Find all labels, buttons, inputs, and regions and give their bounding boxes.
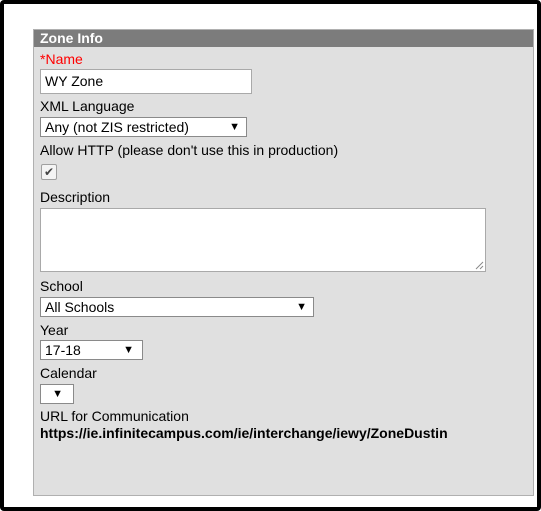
chevron-down-icon: ▼ <box>123 344 134 356</box>
year-selected: 17-18 <box>45 342 81 358</box>
check-icon: ✔ <box>43 165 55 179</box>
school-select[interactable]: All Schools ▼ <box>40 297 314 317</box>
resize-grip-icon[interactable] <box>475 261 484 270</box>
calendar-select[interactable]: ▼ <box>40 384 74 404</box>
year-select[interactable]: 17-18 ▼ <box>40 340 143 360</box>
allow-http-label: Allow HTTP (please don't use this in pro… <box>40 142 339 158</box>
url-label: URL for Communication <box>40 408 189 424</box>
panel-title: Zone Info <box>34 30 533 47</box>
school-selected: All Schools <box>45 299 115 315</box>
calendar-label: Calendar <box>40 365 97 381</box>
description-label: Description <box>40 189 111 205</box>
allow-http-checkbox[interactable]: ✔ <box>41 164 57 180</box>
description-textarea[interactable] <box>40 208 486 272</box>
name-input[interactable]: WY Zone <box>40 69 252 94</box>
url-value: https://ie.infinitecampus.com/ie/interch… <box>40 425 448 441</box>
chevron-down-icon: ▼ <box>296 301 307 313</box>
chevron-down-icon: ▼ <box>229 121 240 133</box>
chevron-down-icon: ▼ <box>52 388 63 400</box>
xml-language-label: XML Language <box>40 98 135 114</box>
school-label: School <box>40 278 83 294</box>
name-label: *Name <box>40 51 83 67</box>
window-frame: Zone Info *Name WY Zone XML Language Any… <box>0 0 541 511</box>
xml-language-select[interactable]: Any (not ZIS restricted) ▼ <box>40 117 247 137</box>
zone-info-panel: Zone Info *Name WY Zone XML Language Any… <box>33 29 534 496</box>
year-label: Year <box>40 322 69 338</box>
xml-language-selected: Any (not ZIS restricted) <box>45 119 189 135</box>
